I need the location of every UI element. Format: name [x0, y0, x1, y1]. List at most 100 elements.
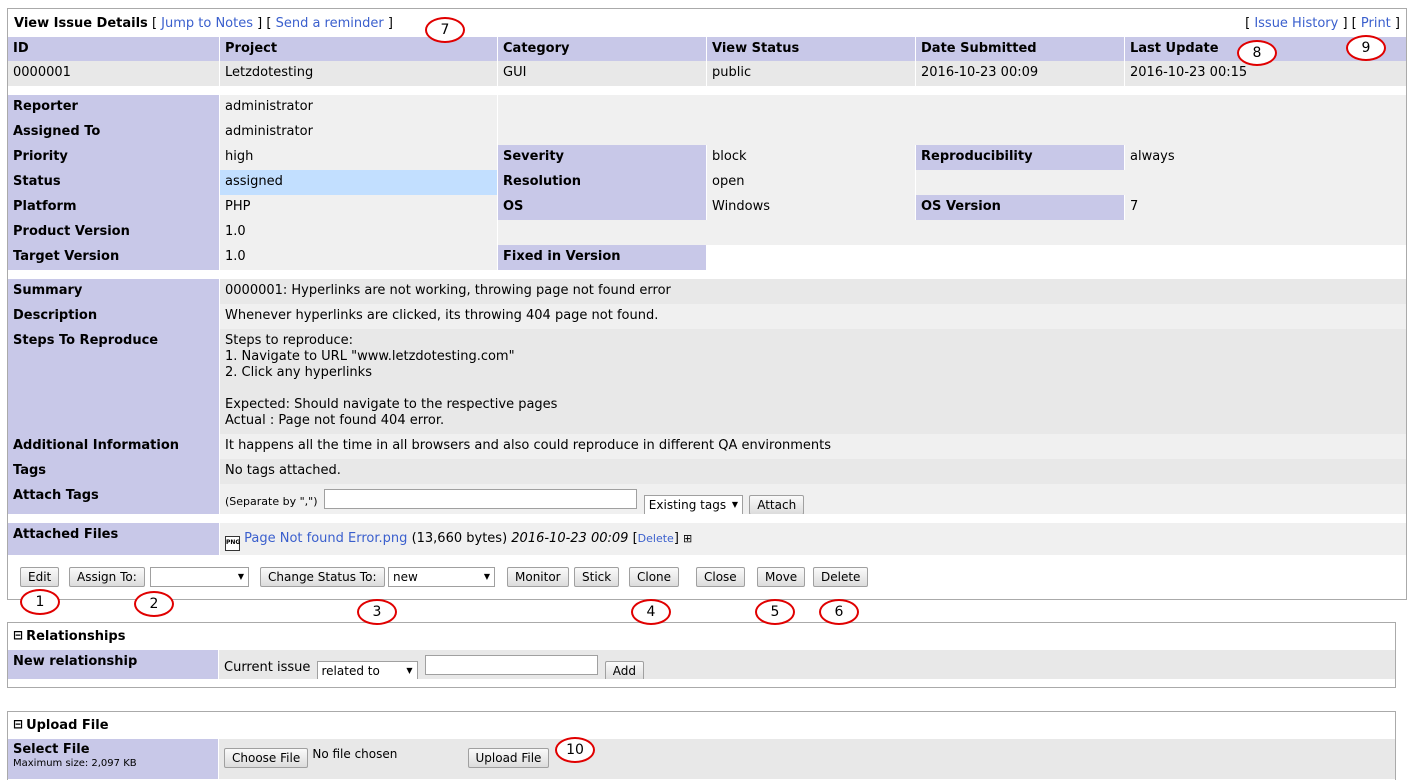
clone-button[interactable]: Clone [629, 567, 680, 587]
new-relationship-row: New relationship Current issue related t… [8, 650, 1395, 679]
monitor-button[interactable]: Monitor [507, 567, 569, 587]
severity-value: block [706, 145, 915, 170]
choose-file-button[interactable]: Choose File [224, 748, 309, 768]
stick-button[interactable]: Stick [574, 567, 620, 587]
description-value: Whenever hyperlinks are clicked, its thr… [219, 304, 1406, 329]
description-row: Description Whenever hyperlinks are clic… [8, 304, 1406, 329]
tags-value: No tags attached. [219, 459, 1406, 484]
empty-cell [915, 245, 1406, 270]
add-relationship-button[interactable]: Add [604, 661, 645, 679]
priority-row: Priority high Severity block Reproducibi… [8, 145, 1406, 170]
attach-tags-button[interactable]: Attach [749, 495, 805, 514]
reproducibility-label: Reproducibility [915, 145, 1124, 170]
steps-row: Steps To Reproduce Steps to reproduce: 1… [8, 329, 1406, 434]
annotation-10: 10 [555, 737, 595, 763]
annotation-2: 2 [134, 591, 174, 617]
annotation-6: 6 [819, 599, 859, 625]
relationship-type-select[interactable]: related to [316, 661, 418, 679]
new-relationship-label: New relationship [8, 650, 218, 679]
status-row: Status assigned Resolution open [8, 170, 1406, 195]
empty-cell [497, 120, 1406, 145]
priority-label: Priority [8, 145, 219, 170]
change-status-select[interactable]: new [388, 567, 495, 587]
additional-info-row: Additional Information It happens all th… [8, 434, 1406, 459]
edit-button[interactable]: Edit [20, 567, 60, 587]
new-relationship-controls: Current issue related to Add [218, 650, 1395, 679]
jump-to-notes-link[interactable]: Jump to Notes [161, 16, 253, 31]
steps-value: Steps to reproduce: 1. Navigate to URL "… [219, 329, 1406, 434]
attached-file: PNG Page Not found Error.png (13,660 byt… [219, 523, 1406, 555]
change-status-button[interactable]: Change Status To: [260, 567, 385, 587]
separate-hint: (Separate by ",") [225, 495, 318, 508]
attached-files-label: Attached Files [8, 523, 219, 555]
print-link[interactable]: Print [1361, 16, 1391, 31]
annotation-8: 8 [1237, 40, 1277, 66]
page-title: View Issue Details [14, 16, 148, 31]
column-header-date-submitted: Date Submitted [915, 37, 1124, 61]
column-header-category: Category [497, 37, 706, 61]
product-version-row: Product Version 1.0 [8, 220, 1406, 245]
attach-tags-controls: (Separate by ",") Existing tags Attach [219, 484, 1406, 514]
target-version-row: Target Version 1.0 Fixed in Version [8, 245, 1406, 270]
upload-file-title[interactable]: ⊟ Upload File [13, 718, 109, 733]
attached-files-row: Attached Files PNG Page Not found Error.… [8, 523, 1406, 555]
annotation-1: 1 [20, 589, 60, 615]
assign-to-button[interactable]: Assign To: [69, 567, 145, 587]
upload-file-button[interactable]: Upload File [467, 748, 550, 768]
no-file-chosen-text: No file chosen [312, 747, 398, 761]
issue-history-link[interactable]: Issue History [1254, 16, 1338, 31]
os-label: OS [497, 195, 706, 220]
tags-label: Tags [8, 459, 219, 484]
empty-cell [497, 95, 1406, 120]
close-button[interactable]: Close [696, 567, 745, 587]
issue-date-submitted: 2016-10-23 00:09 [915, 61, 1124, 86]
reporter-row: Reporter administrator [8, 95, 1406, 120]
column-header-view-status: View Status [706, 37, 915, 61]
max-size-hint: Maximum size: 2,097 KB [13, 758, 137, 769]
png-file-icon: PNG [225, 536, 240, 551]
annotation-7: 7 [425, 17, 465, 43]
issue-category: GUI [497, 61, 706, 86]
reproducibility-value: always [1124, 145, 1406, 170]
send-reminder-link[interactable]: Send a reminder [276, 16, 384, 31]
delete-button[interactable]: Delete [813, 567, 869, 587]
reporter-value: administrator [219, 95, 497, 120]
relationships-title[interactable]: ⊟ Relationships [13, 629, 125, 644]
assigned-row: Assigned To administrator [8, 120, 1406, 145]
attach-tags-label: Attach Tags [8, 484, 219, 514]
annotation-3: 3 [357, 599, 397, 625]
additional-info-label: Additional Information [8, 434, 219, 459]
severity-label: Severity [497, 145, 706, 170]
existing-tags-select[interactable]: Existing tags [643, 495, 744, 514]
collapse-icon[interactable]: ⊟ [13, 629, 23, 641]
status-value: assigned [219, 170, 497, 195]
annotation-9: 9 [1346, 35, 1386, 61]
assigned-to-label: Assigned To [8, 120, 219, 145]
reporter-label: Reporter [8, 95, 219, 120]
resolution-label: Resolution [497, 170, 706, 195]
attached-file-link[interactable]: Page Not found Error.png [244, 531, 407, 546]
relationships-panel: ⊟ Relationships New relationship Current … [7, 622, 1396, 688]
summary-label: Summary [8, 279, 219, 304]
target-version-value: 1.0 [219, 245, 497, 270]
tags-row: Tags No tags attached. [8, 459, 1406, 484]
collapse-icon[interactable]: ⊟ [13, 718, 23, 730]
move-button[interactable]: Move [757, 567, 806, 587]
expand-icon[interactable]: ⊞ [683, 532, 692, 545]
fixed-in-version-label: Fixed in Version [497, 245, 706, 270]
product-version-label: Product Version [8, 220, 219, 245]
delete-file-link[interactable]: Delete [638, 532, 674, 545]
select-file-label-cell: Select File Maximum size: 2,097 KB [8, 739, 218, 779]
empty-cell [497, 220, 1406, 245]
status-label: Status [8, 170, 219, 195]
assign-to-select[interactable] [150, 567, 249, 587]
description-label: Description [8, 304, 219, 329]
issue-view-status: public [706, 61, 915, 86]
annotation-5: 5 [755, 599, 795, 625]
upload-file-panel: ⊟ Upload File Select File Maximum size: 2… [7, 711, 1396, 780]
platform-value: PHP [219, 195, 497, 220]
related-issue-input[interactable] [424, 655, 598, 675]
priority-value: high [219, 145, 497, 170]
tag-input[interactable] [323, 489, 637, 509]
os-version-label: OS Version [915, 195, 1124, 220]
